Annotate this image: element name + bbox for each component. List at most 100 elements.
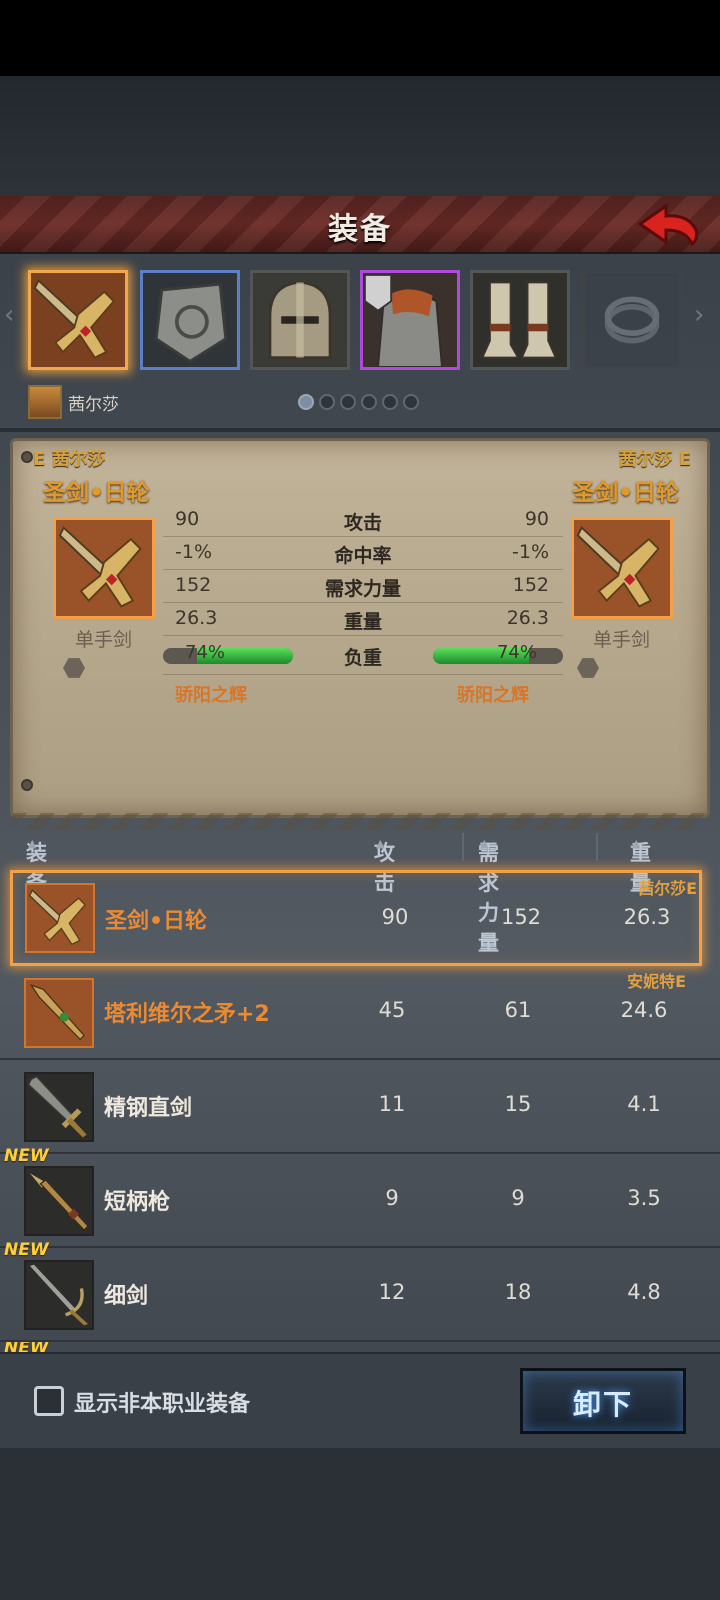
header-bar: 装备 [0,196,720,254]
slot-ring[interactable] [582,270,682,370]
item-attack: 11 [378,1092,406,1116]
item-name: 短柄枪 [104,1190,171,1215]
stat-weight: 26.3 重量 26.3 [163,603,563,636]
unequip-button[interactable]: 卸下 [520,1368,686,1434]
item-strength: 61 [504,998,532,1022]
item-icon [24,1260,94,1330]
top-background [0,76,720,196]
item-strength: 15 [504,1092,532,1116]
holy-sword-icon [56,520,152,616]
status-bar [0,0,720,76]
item-icon [24,1166,94,1236]
rapier-icon [26,1262,92,1328]
equipment-slots: ‹ › [0,262,720,372]
page-dot [319,394,335,410]
item-owner: 安妮特E [627,972,686,991]
left-item-type: 单手剑 [75,629,133,651]
page-title: 装备 [328,212,392,247]
item-weight: 24.6 [620,998,668,1022]
page-dot [361,394,377,410]
slot-armor[interactable] [360,270,460,370]
gem-slot-icon [63,658,85,678]
list-item[interactable]: NEW 短柄枪 9 9 3.5 [0,1146,720,1248]
armor-icon [363,273,457,367]
list-item[interactable]: 精钢直剑 11 15 4.1 [0,1060,720,1154]
right-weight: 26.3 [506,607,549,629]
divider [0,428,720,432]
left-item-icon [53,517,155,619]
stat-label: 命中率 [334,545,392,567]
rivet-decoration [21,779,33,791]
list-item[interactable]: 圣剑•日轮 90 152 26.3 茜尔莎E [10,870,702,966]
spear-icon [26,980,92,1046]
holy-sword-icon [574,520,670,616]
right-item-type: 单手剑 [593,629,651,651]
divider [596,833,598,861]
list-header: 装备筛选▲ 攻击▲ 需求力量▲ 重量▲ [0,825,720,955]
stat-strength: 152 需求力量 152 [163,570,563,603]
owner-tag: 茜尔莎 [28,385,119,419]
left-skill: 骄阳之辉 [175,685,247,706]
list-item[interactable]: 塔利维尔之矛+2 45 61 24.6 安妮特E [0,966,720,1060]
bottom-background [0,1448,720,1600]
scroll-right-icon[interactable]: › [694,300,704,330]
item-attack: 45 [378,998,406,1022]
avatar [28,385,62,419]
stat-label: 需求力量 [324,578,401,600]
item-icon [25,883,95,953]
checkbox-label: 显示非本职业装备 [74,1392,251,1417]
stat-attack: 90 攻击 90 [163,504,563,537]
slot-helmet[interactable] [250,270,350,370]
left-item-name: 圣剑•日轮 [43,480,150,506]
item-weight: 4.1 [627,1092,661,1116]
item-icon [24,1072,94,1142]
right-load: 74% [496,642,537,663]
item-name: 圣剑•日轮 [105,909,208,934]
slot-shield[interactable] [140,270,240,370]
page-dot [403,394,419,410]
right-strength: 152 [512,574,549,596]
new-badge: NEW [4,1146,49,1166]
item-weight: 3.5 [627,1186,661,1210]
owner-name: 茜尔莎 [68,394,119,415]
list-item[interactable]: NEW 细剑 12 18 4.8 [0,1240,720,1342]
rivet-decoration [21,451,33,463]
short-spear-icon [26,1168,92,1234]
item-name: 精钢直剑 [104,1096,193,1121]
back-arrow-icon[interactable] [636,200,702,250]
right-item-name: 圣剑•日轮 [572,480,679,506]
item-strength: 18 [504,1280,532,1304]
item-attack: 90 [381,905,409,929]
page-dot [382,394,398,410]
item-name: 塔利维尔之矛+2 [104,1002,270,1027]
footer-bar: 显示非本职业装备 卸下 [0,1352,720,1448]
item-strength: 152 [500,905,542,929]
holy-sword-icon [27,885,93,951]
show-other-class-checkbox[interactable] [34,1386,64,1416]
boots-icon [473,273,567,367]
page-indicator [298,394,419,410]
stat-label: 攻击 [343,512,382,534]
item-weight: 26.3 [623,905,671,929]
item-owner: 茜尔莎E [638,879,697,898]
divider [462,833,464,861]
scroll-left-icon[interactable]: ‹ [4,300,14,330]
item-attack: 12 [378,1280,406,1304]
gem-slot-icon [577,658,599,678]
page-dot [298,394,314,410]
helmet-icon [253,273,347,367]
stat-load: 74% 负重 74% [163,639,563,675]
left-owner: E 茜尔莎 [33,449,106,470]
unequip-label: 卸下 [572,1388,633,1421]
stat-hit: -1% 命中率 -1% [163,537,563,570]
right-skill: 骄阳之辉 [457,685,529,706]
slot-boots[interactable] [470,270,570,370]
slot-weapon[interactable] [28,270,128,370]
item-strength: 9 [511,1186,525,1210]
item-attack: 9 [385,1186,399,1210]
page-dot [340,394,356,410]
stat-label: 重量 [343,611,382,633]
shield-icon [143,273,237,367]
new-badge: NEW [4,1240,49,1260]
right-item-icon [571,517,673,619]
